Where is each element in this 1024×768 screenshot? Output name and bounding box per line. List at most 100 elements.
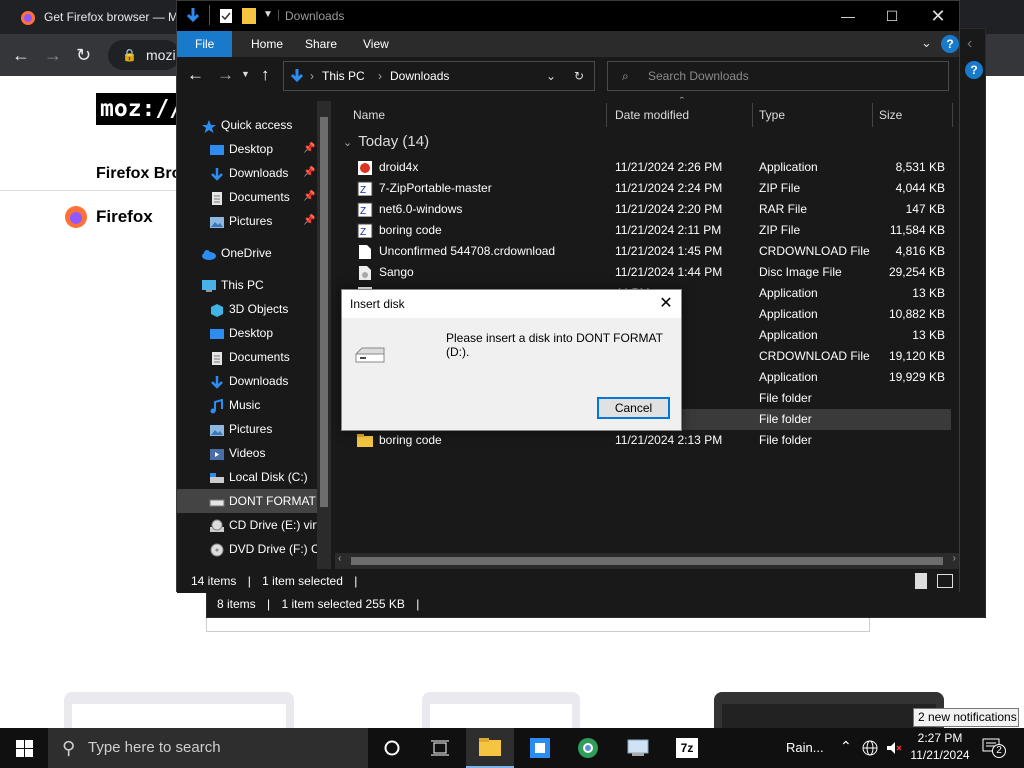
- pin-icon[interactable]: 📌: [303, 137, 315, 161]
- dialog-close-button[interactable]: ✕: [651, 290, 681, 318]
- volume-muted-icon[interactable]: [886, 740, 902, 756]
- nav-item-documents[interactable]: Documents: [177, 345, 331, 369]
- help-icon[interactable]: ?: [941, 35, 959, 53]
- nav-item-cd-drive-e-virt[interactable]: CD Drive (E:) virt: [177, 513, 331, 537]
- recent-locations-icon[interactable]: ▼: [241, 69, 250, 79]
- help-icon[interactable]: ?: [965, 61, 983, 79]
- pin-icon[interactable]: 📌: [303, 185, 315, 209]
- file-row[interactable]: Unconfirmed 544708.crdownload 11/21/2024 …: [345, 241, 951, 262]
- preview-thumbnail[interactable]: [422, 692, 580, 728]
- maximize-button[interactable]: ☐: [869, 1, 915, 31]
- file-row[interactable]: Znet6.0-windows 11/21/2024 2:20 PM RAR Fil…: [345, 199, 951, 220]
- title-bar[interactable]: ▼ | Downloads — ☐ ✕: [177, 1, 959, 31]
- address-bar[interactable]: › This PC › Downloads ⌄ ↻: [283, 61, 595, 91]
- file-row[interactable]: Sango 11/21/2024 1:44 PM Disc Image File 29…: [345, 262, 951, 283]
- nav-item-desktop[interactable]: Desktop: [177, 321, 331, 345]
- store-taskbar-icon[interactable]: [516, 728, 564, 768]
- network-globe-icon[interactable]: [862, 740, 878, 756]
- group-header[interactable]: ⌄ Today (14): [343, 133, 429, 150]
- windows-start-icon[interactable]: [16, 740, 33, 757]
- nav-item-downloads[interactable]: Downloads: [177, 369, 331, 393]
- close-button[interactable]: ✕: [915, 1, 961, 31]
- nav-item-downloads[interactable]: Downloads 📌: [177, 161, 331, 185]
- file-explorer-taskbar-icon[interactable]: [466, 728, 514, 768]
- clock[interactable]: 2:27 PM 11/21/2024: [908, 730, 972, 764]
- new-folder-icon[interactable]: [241, 7, 257, 25]
- taskbar-search-box[interactable]: ⚲ Type here to search: [48, 728, 368, 768]
- search-input[interactable]: ⌕ Search Downloads: [607, 61, 949, 91]
- chevron-up-icon[interactable]: ⌃: [840, 738, 852, 755]
- network-taskbar-icon[interactable]: [614, 728, 662, 768]
- insert-disk-dialog[interactable]: Insert disk ✕ Please insert a disk into …: [341, 289, 682, 431]
- nav-item-onedrive[interactable]: OneDrive: [177, 241, 331, 265]
- task-view-icon[interactable]: [416, 728, 464, 768]
- file-icon: [357, 244, 371, 259]
- reload-icon[interactable]: ↻: [76, 46, 91, 64]
- firefox-tab[interactable]: Get Firefox browser — M: [8, 4, 176, 34]
- nav-item-this-pc[interactable]: This PC: [177, 273, 331, 297]
- up-arrow-icon[interactable]: ↑: [261, 65, 270, 85]
- back-arrow-icon[interactable]: ←: [12, 46, 30, 64]
- tab-view[interactable]: View: [349, 31, 403, 57]
- navigation-scrollbar[interactable]: [317, 101, 331, 569]
- refresh-icon[interactable]: ↻: [574, 62, 584, 90]
- tab-home[interactable]: Home: [237, 31, 297, 57]
- url-bar[interactable]: 🔒 mozil: [108, 40, 180, 70]
- file-row[interactable]: droid4x 11/21/2024 2:26 PM Application 8,53…: [345, 157, 951, 178]
- app-icon: [357, 160, 372, 175]
- cortana-icon[interactable]: [368, 728, 416, 768]
- chevron-down-icon[interactable]: ⌄: [921, 35, 932, 51]
- chevron-down-icon: ⌄: [343, 137, 353, 149]
- pin-icon[interactable]: 📌: [303, 209, 315, 233]
- horizontal-scrollbar[interactable]: ‹ ›: [335, 553, 959, 569]
- pin-icon[interactable]: 📌: [303, 161, 315, 185]
- file-name: net6.0-windows: [379, 202, 463, 216]
- column-header-date[interactable]: Date modified: [609, 103, 753, 127]
- column-header-name[interactable]: Name: [347, 103, 607, 127]
- back-arrow-icon[interactable]: ←: [187, 65, 204, 85]
- 7zip-taskbar-icon[interactable]: 7z: [664, 728, 712, 768]
- file-row[interactable]: Zboring code 11/21/2024 2:11 PM ZIP File 11…: [345, 220, 951, 241]
- tab-file[interactable]: File: [177, 31, 233, 57]
- action-center-button[interactable]: 2: [980, 736, 1010, 760]
- nav-item-dvd-drive-f-cl[interactable]: DVD Drive (F:) Cl: [177, 537, 331, 561]
- removable-drive-icon: [355, 347, 385, 363]
- mozilla-logo[interactable]: moz://a: [96, 93, 180, 125]
- cancel-button[interactable]: Cancel: [597, 397, 670, 419]
- minimize-button[interactable]: —: [825, 1, 871, 31]
- large-icons-view-icon[interactable]: [937, 574, 953, 588]
- breadcrumb-downloads[interactable]: Downloads: [390, 62, 449, 90]
- file-row[interactable]: Z 7-ZipPortable-master 11/21/2024 2:24 PM Z…: [345, 178, 951, 199]
- chrome-taskbar-icon[interactable]: [564, 728, 612, 768]
- nav-item-desktop[interactable]: Desktop 📌: [177, 137, 331, 161]
- preview-thumbnail[interactable]: [64, 692, 294, 728]
- download-arrow-icon[interactable]: [185, 7, 201, 25]
- chevron-down-icon[interactable]: ⌄: [546, 62, 556, 90]
- details-view-icon[interactable]: [915, 573, 927, 589]
- breadcrumb-this-pc[interactable]: This PC: [322, 62, 365, 90]
- tab-share[interactable]: Share: [291, 31, 351, 57]
- nav-item-documents[interactable]: Documents 📌: [177, 185, 331, 209]
- nav-item-quick-access[interactable]: Quick access: [177, 113, 331, 137]
- nav-item-music[interactable]: Music: [177, 393, 331, 417]
- preview-thumbnail[interactable]: [714, 692, 944, 728]
- nav-item-dont-format[interactable]: DONT FORMAT (: [177, 489, 331, 513]
- cloud-icon: [201, 246, 217, 260]
- firefox-brand[interactable]: Firefox: [64, 204, 153, 230]
- chevron-down-icon[interactable]: ▼: [263, 9, 273, 20]
- pictures-icon: [209, 422, 225, 436]
- forward-arrow-icon[interactable]: →: [44, 46, 62, 64]
- nav-item-pictures[interactable]: Pictures 📌: [177, 209, 331, 233]
- properties-icon[interactable]: [219, 8, 233, 24]
- nav-item-videos[interactable]: Videos: [177, 441, 331, 465]
- nav-item-3d-objects[interactable]: 3D Objects: [177, 297, 331, 321]
- forward-arrow-icon[interactable]: →: [217, 65, 234, 85]
- file-row[interactable]: boring code 11/21/2024 2:13 PM File folder: [345, 430, 951, 451]
- chevron-left-icon[interactable]: ‹: [967, 35, 972, 53]
- archive-icon: Z: [357, 223, 373, 239]
- nav-item-pictures[interactable]: Pictures: [177, 417, 331, 441]
- column-header-size[interactable]: Size: [873, 103, 953, 127]
- nav-item-local-disk-c[interactable]: Local Disk (C:): [177, 465, 331, 489]
- weather-widget[interactable]: Rain...: [786, 728, 824, 768]
- column-header-type[interactable]: Type: [753, 103, 873, 127]
